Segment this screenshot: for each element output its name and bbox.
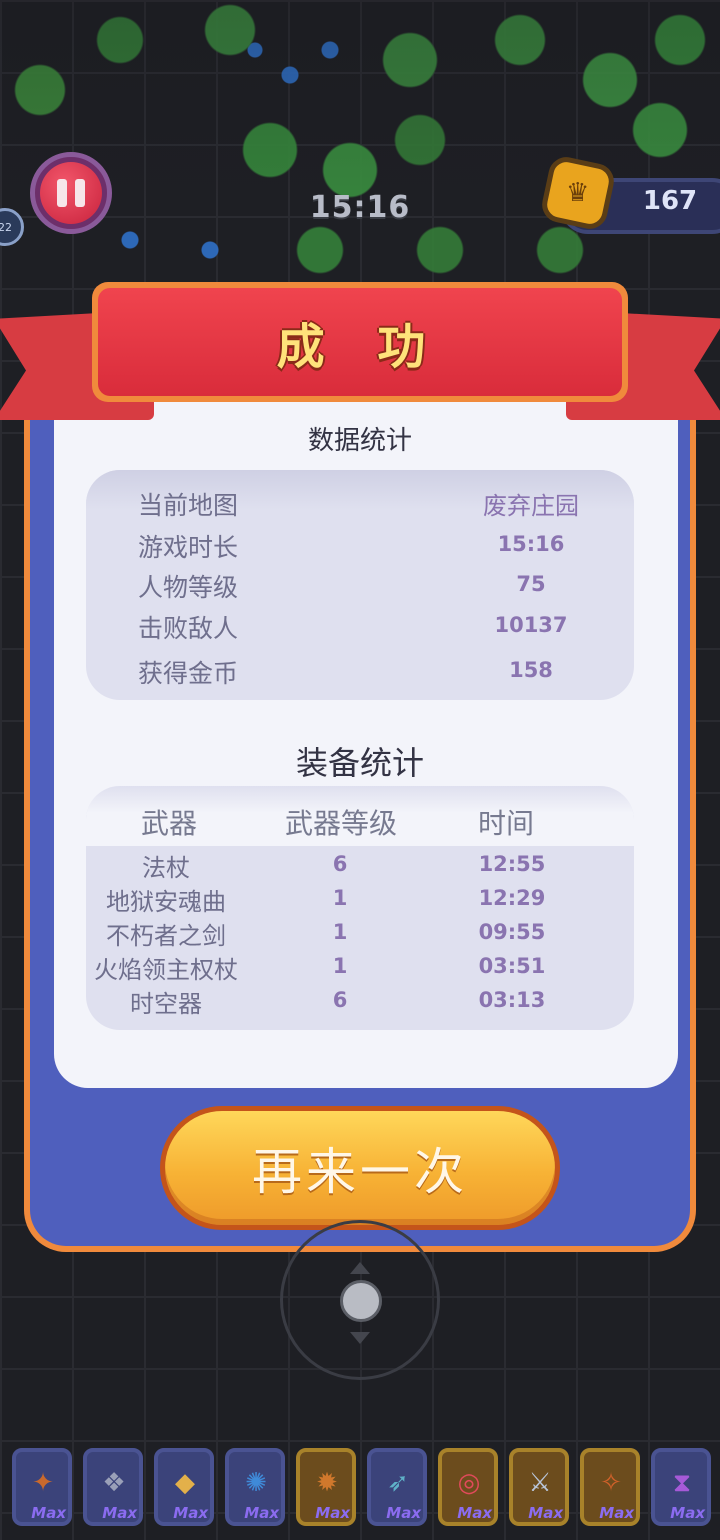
skill-slot[interactable]: ✹ Max	[296, 1448, 356, 1526]
skill-max-label: Max	[670, 1504, 705, 1522]
equip-time: 09:55	[478, 920, 546, 944]
skill-max-label: Max	[31, 1504, 66, 1522]
skill-max-label: Max	[315, 1504, 350, 1522]
equip-level: 6	[332, 852, 348, 876]
stats-table: 当前地图 废弃庄园 游戏时长 15:16 人物等级 75 击败敌人 10137 …	[86, 470, 634, 700]
skill-slot[interactable]: ◎ Max	[438, 1448, 498, 1526]
col-weapon-level: 武器等级	[284, 807, 397, 840]
stats-title: 数据统计	[307, 426, 412, 456]
skill-slot[interactable]: ✦ Max	[12, 1448, 72, 1526]
wings-icon: ❖	[102, 1468, 126, 1498]
pause-button[interactable]	[30, 152, 112, 234]
stat-label: 游戏时长	[138, 533, 239, 562]
pause-bar-right	[75, 179, 85, 207]
equip-level: 1	[332, 920, 348, 944]
equip-time: 03:51	[478, 954, 546, 978]
stat-label: 人物等级	[138, 573, 239, 602]
boot-icon: ✦	[32, 1468, 54, 1498]
stat-label: 获得金币	[138, 659, 239, 688]
stat-label: 击败敌人	[138, 614, 239, 643]
side-chip-label: 22	[0, 220, 12, 234]
stat-value: 75	[516, 572, 546, 596]
game-timer: 15:16	[309, 190, 411, 225]
skill-max-label: Max	[457, 1504, 492, 1522]
stat-value: 15:16	[497, 532, 565, 556]
stat-row-time: 游戏时长 15:16	[86, 528, 634, 568]
sword-icon: ⚔	[528, 1468, 552, 1498]
skill-slot[interactable]: ⧗ Max	[651, 1448, 711, 1526]
equip-time: 12:29	[478, 886, 546, 910]
skill-bar: ✦ Max ❖ Max ◆ Max ✺ Max ✹ Max ➶ Max ◎ Max ⚔ Max ✧ Max ⧗ Max	[0, 1440, 720, 1540]
crystal-icon: ◆	[175, 1468, 195, 1498]
vortex-icon: ✺	[245, 1468, 267, 1498]
equip-row: 时空器 6 03:13	[86, 984, 634, 1018]
title-ribbon-inner: 成 功	[98, 288, 622, 396]
stat-row-kills: 击败敌人 10137	[86, 609, 634, 649]
equipment-table: 武器 武器等级 时间 法杖 6 12:55 地狱安魂曲 1 12:29 不朽者之…	[86, 786, 634, 1030]
skill-max-label: Max	[386, 1504, 421, 1522]
equip-row: 不朽者之剑 1 09:55	[86, 916, 634, 950]
equip-time: 12:55	[478, 852, 546, 876]
col-weapon: 武器	[140, 807, 197, 840]
skill-max-label: Max	[244, 1504, 279, 1522]
equipment-header: 武器 武器等级 时间	[86, 786, 634, 846]
joystick-up-arrow	[350, 1262, 370, 1274]
torch-icon: ✧	[600, 1468, 622, 1498]
equip-name: 时空器	[130, 990, 202, 1018]
equip-name: 法杖	[142, 854, 190, 882]
joystick-down-arrow	[350, 1332, 370, 1344]
play-again-button[interactable]: 再来一次	[160, 1106, 560, 1230]
scene-shade	[0, 0, 720, 300]
equip-level: 6	[332, 988, 348, 1012]
skill-slot[interactable]: ❖ Max	[83, 1448, 143, 1526]
spear-icon: ➶	[387, 1468, 409, 1498]
stat-row-coins: 获得金币 158	[86, 654, 634, 694]
stat-row-level: 人物等级 75	[86, 568, 634, 608]
equip-time: 03:13	[478, 988, 546, 1012]
skill-max-label: Max	[102, 1504, 137, 1522]
stat-value: 158	[509, 658, 553, 682]
ring-icon: ◎	[457, 1468, 481, 1498]
skill-slot[interactable]: ✧ Max	[580, 1448, 640, 1526]
equip-row: 地狱安魂曲 1 12:29	[86, 882, 634, 916]
coin-count: 167	[642, 186, 698, 216]
skill-max-label: Max	[173, 1504, 208, 1522]
equip-level: 1	[332, 954, 348, 978]
skill-slot[interactable]: ✺ Max	[225, 1448, 285, 1526]
stat-value: 废弃庄园	[483, 492, 579, 520]
sun-orb-icon: ✹	[316, 1468, 338, 1498]
stat-label: 当前地图	[138, 491, 239, 520]
result-title: 成 功	[276, 319, 444, 375]
equip-row: 法杖 6 12:55	[86, 848, 634, 882]
skill-slot[interactable]: ⚔ Max	[509, 1448, 569, 1526]
skill-slot[interactable]: ➶ Max	[367, 1448, 427, 1526]
equip-level: 1	[332, 886, 348, 910]
col-time: 时间	[477, 807, 534, 840]
equip-name: 火焰领主权杖	[94, 956, 238, 984]
hourglass-icon: ⧗	[672, 1467, 692, 1498]
play-again-label: 再来一次	[252, 1143, 468, 1201]
stat-row-map: 当前地图 废弃庄园	[86, 486, 634, 526]
skill-slot[interactable]: ◆ Max	[154, 1448, 214, 1526]
pause-icon	[40, 162, 102, 224]
equip-row: 火焰领主权杖 1 03:51	[86, 950, 634, 984]
stat-value: 10137	[494, 613, 568, 637]
pause-bar-left	[57, 179, 67, 207]
equip-name: 地狱安魂曲	[106, 888, 226, 916]
equip-name: 不朽者之剑	[106, 922, 226, 950]
play-again-button-face: 再来一次	[165, 1111, 555, 1225]
skill-max-label: Max	[599, 1504, 634, 1522]
equip-title: 装备统计	[295, 744, 424, 782]
title-ribbon: 成 功	[92, 282, 628, 402]
joystick-knob[interactable]	[340, 1280, 382, 1322]
skill-max-label: Max	[528, 1504, 563, 1522]
